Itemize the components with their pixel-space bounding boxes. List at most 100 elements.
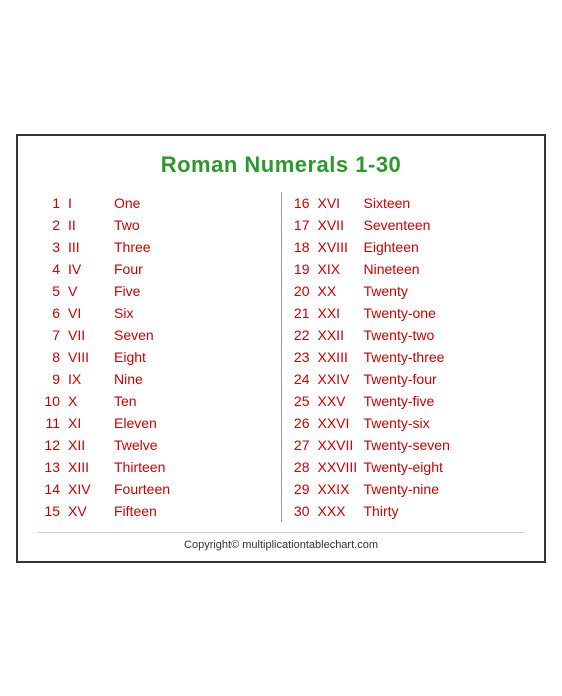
number: 15 (38, 503, 64, 519)
table-row: 8VIIIEight (38, 346, 275, 368)
table-row: 29XXIXTwenty-nine (288, 478, 525, 500)
number: 22 (288, 327, 314, 343)
word-label: Twenty-eight (364, 459, 454, 475)
roman-numeral: XXIII (314, 349, 364, 365)
column-divider (281, 192, 282, 522)
roman-numeral: XII (64, 437, 114, 453)
number: 26 (288, 415, 314, 431)
table-row: 19XIXNineteen (288, 258, 525, 280)
table-row: 24XXIVTwenty-four (288, 368, 525, 390)
number: 9 (38, 371, 64, 387)
word-label: One (114, 195, 204, 211)
table-row: 28XXVIIITwenty-eight (288, 456, 525, 478)
table-row: 21XXITwenty-one (288, 302, 525, 324)
roman-numeral: XXVI (314, 415, 364, 431)
roman-numeral: I (64, 195, 114, 211)
word-label: Fourteen (114, 481, 204, 497)
number: 10 (38, 393, 64, 409)
table-row: 1IOne (38, 192, 275, 214)
roman-numeral: XVIII (314, 239, 364, 255)
number: 7 (38, 327, 64, 343)
roman-numeral: XI (64, 415, 114, 431)
table-row: 26XXVITwenty-six (288, 412, 525, 434)
roman-numeral: XXIV (314, 371, 364, 387)
table-row: 3IIIThree (38, 236, 275, 258)
number: 19 (288, 261, 314, 277)
word-label: Thirty (364, 503, 454, 519)
roman-numeral: XIII (64, 459, 114, 475)
word-label: Nineteen (364, 261, 454, 277)
table-row: 14XIVFourteen (38, 478, 275, 500)
word-label: Ten (114, 393, 204, 409)
roman-numeral: XXI (314, 305, 364, 321)
page-title: Roman Numerals 1-30 (38, 152, 524, 178)
table-row: 18XVIIIEighteen (288, 236, 525, 258)
number: 8 (38, 349, 64, 365)
word-label: Twenty-nine (364, 481, 454, 497)
number: 25 (288, 393, 314, 409)
roman-numeral: XXII (314, 327, 364, 343)
word-label: Eight (114, 349, 204, 365)
table-row: 4IVFour (38, 258, 275, 280)
word-label: Twenty-four (364, 371, 454, 387)
number: 5 (38, 283, 64, 299)
roman-numeral: V (64, 283, 114, 299)
table-row: 2IITwo (38, 214, 275, 236)
table-row: 5VFive (38, 280, 275, 302)
number: 28 (288, 459, 314, 475)
word-label: Six (114, 305, 204, 321)
word-label: Two (114, 217, 204, 233)
roman-numeral: XIV (64, 481, 114, 497)
number: 16 (288, 195, 314, 211)
number: 20 (288, 283, 314, 299)
number: 27 (288, 437, 314, 453)
card: Roman Numerals 1-30 1IOne2IITwo3IIIThree… (16, 134, 546, 563)
table-row: 22XXIITwenty-two (288, 324, 525, 346)
word-label: Nine (114, 371, 204, 387)
roman-numeral: VI (64, 305, 114, 321)
table-row: 23XXIIITwenty-three (288, 346, 525, 368)
table-row: 12XIITwelve (38, 434, 275, 456)
number: 4 (38, 261, 64, 277)
roman-numeral: XXVIII (314, 459, 364, 475)
table-row: 20XXTwenty (288, 280, 525, 302)
table-row: 15XVFifteen (38, 500, 275, 522)
number: 3 (38, 239, 64, 255)
roman-numeral: IV (64, 261, 114, 277)
roman-numeral: IX (64, 371, 114, 387)
number: 12 (38, 437, 64, 453)
copyright: Copyright© multiplicationtablechart.com (38, 532, 524, 551)
table-row: 9IXNine (38, 368, 275, 390)
word-label: Thirteen (114, 459, 204, 475)
word-label: Twenty-two (364, 327, 454, 343)
table-row: 30XXXThirty (288, 500, 525, 522)
table-row: 7VIISeven (38, 324, 275, 346)
roman-numeral: XXVII (314, 437, 364, 453)
roman-numeral: II (64, 217, 114, 233)
number: 6 (38, 305, 64, 321)
roman-numeral: VII (64, 327, 114, 343)
roman-numeral: XIX (314, 261, 364, 277)
table-container: 1IOne2IITwo3IIIThree4IVFour5VFive6VISix7… (38, 192, 524, 522)
word-label: Seven (114, 327, 204, 343)
roman-numeral: XVII (314, 217, 364, 233)
word-label: Four (114, 261, 204, 277)
word-label: Sixteen (364, 195, 454, 211)
table-row: 10XTen (38, 390, 275, 412)
table-row: 25XXVTwenty-five (288, 390, 525, 412)
number: 23 (288, 349, 314, 365)
word-label: Seventeen (364, 217, 454, 233)
number: 21 (288, 305, 314, 321)
number: 30 (288, 503, 314, 519)
word-label: Five (114, 283, 204, 299)
roman-numeral: XX (314, 283, 364, 299)
roman-numeral: III (64, 239, 114, 255)
word-label: Twelve (114, 437, 204, 453)
roman-numeral: XXIX (314, 481, 364, 497)
roman-numeral: XV (64, 503, 114, 519)
number: 11 (38, 415, 64, 431)
roman-numeral: X (64, 393, 114, 409)
table-row: 27XXVIITwenty-seven (288, 434, 525, 456)
roman-numeral: XVI (314, 195, 364, 211)
word-label: Twenty-three (364, 349, 454, 365)
